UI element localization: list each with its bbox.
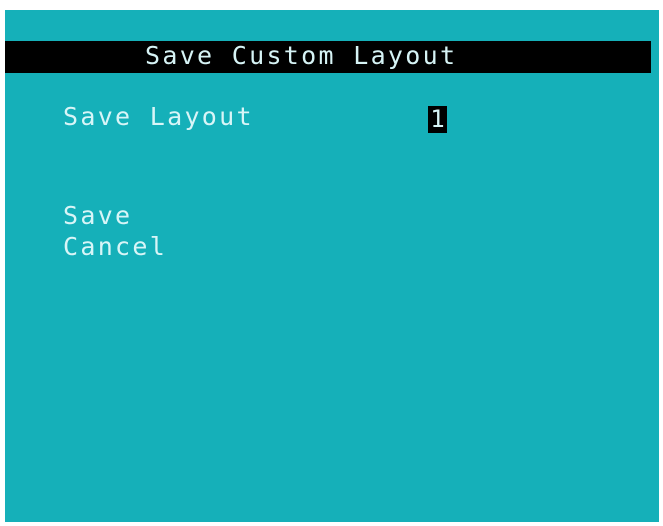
save-menu-option[interactable]: Save [63, 200, 132, 232]
terminal-screen: Save Custom Layout Save Layout 1 Save Ca… [5, 10, 659, 522]
cancel-menu-option[interactable]: Cancel [63, 231, 167, 263]
layout-number-field[interactable]: 1 [428, 106, 447, 133]
save-layout-label: Save Layout [63, 102, 254, 131]
dialog-title: Save Custom Layout [145, 41, 458, 70]
